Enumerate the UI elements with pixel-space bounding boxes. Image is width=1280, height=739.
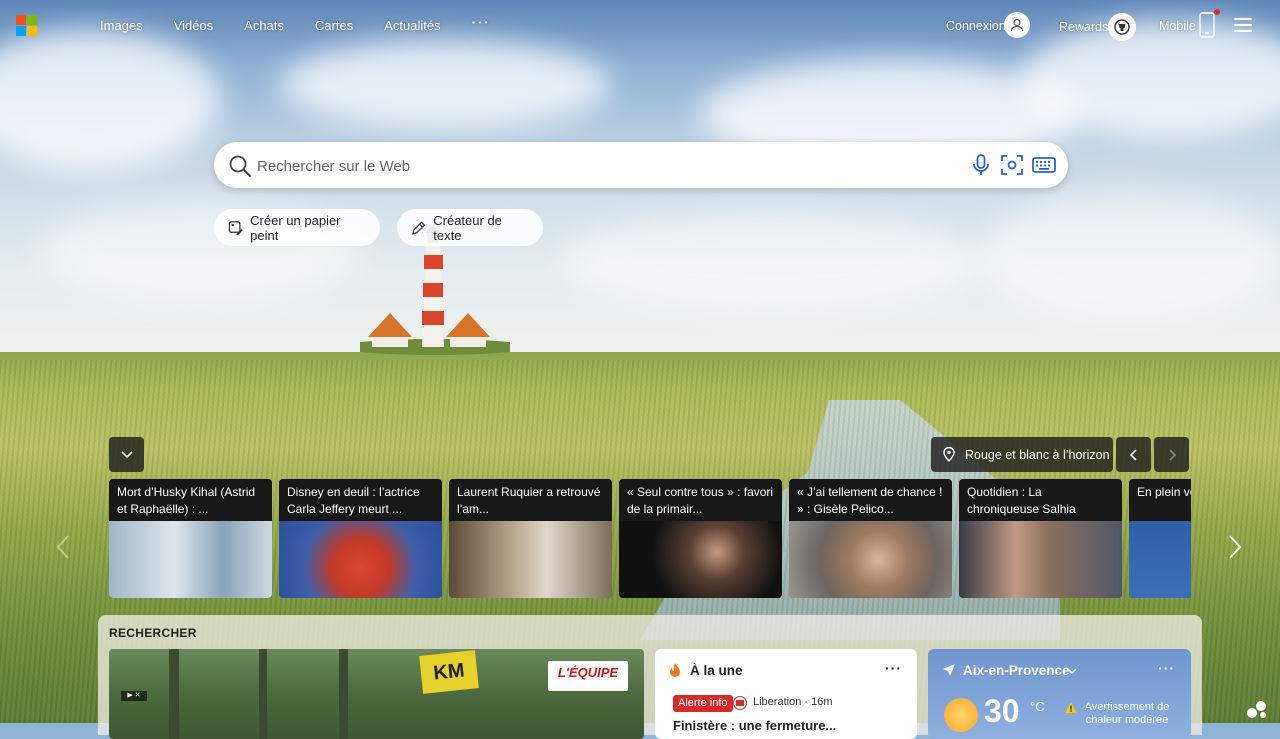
- search-input[interactable]: [255, 142, 959, 190]
- main-nav: Images Vidéos Achats Cartes Actualités ·…: [100, 15, 522, 33]
- news-card[interactable]: Disney en deuil : l’actrice Carla Jeffer…: [279, 479, 442, 598]
- cloud: [280, 40, 610, 130]
- carousel-next-arrow-icon[interactable]: [1228, 534, 1242, 560]
- rewards-link[interactable]: Rewards: [1059, 20, 1108, 34]
- news-card-image: [279, 521, 442, 598]
- feed-panel: RECHERCHER KM L'ÉQUIPE ▶ ✕ À la une ··· …: [98, 615, 1202, 739]
- alert-badge: Alerte info: [673, 695, 733, 712]
- story-headline[interactable]: Finistère : une fermeture...: [673, 718, 836, 733]
- search-icon[interactable]: [228, 154, 252, 178]
- mobile-phone-icon[interactable]: [1199, 12, 1215, 38]
- navigation-arrow-icon: [943, 664, 955, 676]
- news-card-image: [109, 521, 272, 598]
- liberation-logo-icon: [733, 696, 747, 710]
- news-card-image: [619, 521, 782, 598]
- chevron-right-icon: [1168, 448, 1176, 461]
- temperature-unit[interactable]: °C: [1030, 699, 1045, 714]
- news-carousel: Mort d’Husky Kihal (Astrid et Raphaëlle)…: [109, 479, 1191, 598]
- flame-icon: [670, 663, 680, 677]
- user-avatar-icon[interactable]: [1004, 12, 1030, 38]
- microphone-icon[interactable]: [969, 153, 993, 177]
- sun-icon: [944, 698, 978, 732]
- news-card[interactable]: « Seul contre tous » : favori de la prim…: [619, 479, 782, 598]
- news-card-title: En plein vo... l’Atlantique...: [1129, 479, 1191, 521]
- news-card-image: [449, 521, 612, 598]
- news-card-title: Quotidien : La chroniqueuse Salhia Brakh…: [959, 479, 1122, 521]
- rewards-trophy-icon[interactable]: [1108, 13, 1136, 41]
- tree-trunk: [259, 649, 267, 739]
- news-card-title: Laurent Ruquier a retrouvé l’am...: [449, 479, 612, 521]
- top-stories-card[interactable]: À la une ··· Alerte info Liberation · 16…: [655, 649, 917, 739]
- nav-images[interactable]: Images: [100, 18, 143, 33]
- cloud: [560, 210, 980, 310]
- section-label: RECHERCHER: [109, 626, 197, 640]
- temperature-value: 30: [984, 693, 1020, 729]
- top-bar: Images Vidéos Achats Cartes Actualités ·…: [0, 0, 1280, 52]
- top-stories-title: À la une: [690, 663, 743, 678]
- nav-news[interactable]: Actualités: [384, 18, 440, 33]
- search-box: [214, 142, 1068, 190]
- logo-square-yellow: [27, 26, 37, 36]
- news-card-title: Disney en deuil : l’actrice Carla Jeffer…: [279, 479, 442, 521]
- tree-trunk: [339, 649, 348, 739]
- news-card-title: Mort d’Husky Kihal (Astrid et Raphaëlle)…: [109, 479, 272, 521]
- create-wallpaper-button[interactable]: Créer un papier peint: [214, 209, 380, 246]
- nav-videos[interactable]: Vidéos: [174, 18, 214, 33]
- create-wallpaper-label: Créer un papier peint: [250, 212, 341, 243]
- news-card[interactable]: Mort d’Husky Kihal (Astrid et Raphaëlle)…: [109, 479, 272, 598]
- notification-dot: [1214, 9, 1220, 15]
- feedback-icon[interactable]: [1246, 698, 1268, 720]
- news-card-title: « Seul contre tous » : favori de la prim…: [619, 479, 782, 521]
- text-creator-label: Créateur de texte: [433, 212, 502, 243]
- logo-square-blue: [16, 26, 26, 36]
- lequipe-logo: L'ÉQUIPE: [548, 661, 628, 691]
- news-card-image: [1129, 521, 1191, 598]
- cloud: [980, 190, 1280, 320]
- km-sign: KM: [419, 650, 479, 694]
- story-source: Liberation · 16m: [753, 696, 833, 708]
- nav-more-button[interactable]: ···: [472, 15, 491, 33]
- video-badge: ▶ ✕: [121, 691, 147, 701]
- microsoft-logo[interactable]: [16, 15, 37, 36]
- weather-warning[interactable]: Avertissement de chaleur modérée: [1082, 701, 1172, 727]
- previous-image-button[interactable]: [1116, 437, 1151, 472]
- nav-shopping[interactable]: Achats: [244, 18, 284, 33]
- logo-square-green: [27, 15, 37, 25]
- location-pin-icon: [943, 447, 955, 462]
- hamburger-menu-icon[interactable]: [1234, 18, 1252, 32]
- image-location-label: Rouge et blanc à l’horizon: [965, 447, 1110, 462]
- image-edit-icon: [228, 220, 243, 235]
- signin-link[interactable]: Connexion: [946, 19, 1006, 33]
- nav-maps[interactable]: Cartes: [315, 18, 353, 33]
- keyboard-icon[interactable]: [1032, 153, 1056, 177]
- chevron-down-icon: [120, 450, 133, 458]
- news-card[interactable]: En plein vo... l’Atlantique...: [1129, 479, 1191, 598]
- logo-square-red: [16, 15, 26, 25]
- pen-icon: [412, 220, 426, 235]
- news-card-image: [959, 521, 1122, 598]
- tree-trunk: [169, 649, 179, 739]
- news-card[interactable]: « J’ai tellement de chance ! » : Gisèle …: [789, 479, 952, 598]
- more-options-button[interactable]: ···: [885, 660, 902, 676]
- news-card-title: « J’ai tellement de chance ! » : Gisèle …: [789, 479, 952, 521]
- chevron-left-icon: [1129, 448, 1137, 461]
- weather-city: Aix-en-Provence: [963, 663, 1070, 678]
- visual-search-icon[interactable]: [1000, 153, 1024, 177]
- image-info-button[interactable]: Rouge et blanc à l’horizon: [931, 437, 1113, 472]
- news-card[interactable]: Quotidien : La chroniqueuse Salhia Brakh…: [959, 479, 1122, 598]
- text-creator-button[interactable]: Créateur de texte: [397, 209, 543, 246]
- next-image-button[interactable]: [1154, 437, 1189, 472]
- collapse-feed-button[interactable]: [109, 437, 144, 472]
- news-card-image: [789, 521, 952, 598]
- video-card[interactable]: KM L'ÉQUIPE ▶ ✕: [109, 649, 644, 739]
- chevron-down-icon[interactable]: [1067, 668, 1077, 675]
- mobile-link[interactable]: Mobile: [1159, 19, 1196, 33]
- carousel-prev-arrow-icon[interactable]: [56, 534, 70, 560]
- weather-more-button[interactable]: ···: [1158, 660, 1175, 676]
- news-card[interactable]: Laurent Ruquier a retrouvé l’am...: [449, 479, 612, 598]
- weather-card[interactable]: Aix-en-Provence ··· 30 °C Avertissement …: [928, 649, 1191, 739]
- warning-icon: [1065, 702, 1077, 713]
